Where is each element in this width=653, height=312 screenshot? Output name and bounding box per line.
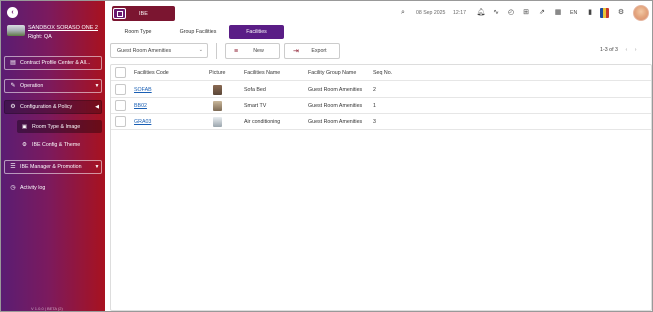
menu-label: Activity log [20, 185, 46, 191]
table-row[interactable]: BB02 Smart TV Guest Room Amenities 1 [111, 98, 651, 114]
column-header-code[interactable]: Facilities Code [134, 65, 169, 81]
column-header-group[interactable]: Facility Group Name [308, 65, 356, 81]
flag-icon[interactable] [600, 8, 609, 18]
facility-code-link[interactable]: GRA03 [134, 114, 151, 130]
chevron-right-icon[interactable]: › [635, 47, 637, 53]
clock-icon: ◷ [10, 185, 16, 191]
menu-operation[interactable]: ✎ Operation ▼ [4, 79, 102, 93]
facility-group-select[interactable]: Guest Room Amenities ⌄ [110, 43, 208, 58]
tab-room-type[interactable]: Room Type [112, 25, 164, 39]
column-header-seq[interactable]: Seq No. [373, 65, 392, 81]
facility-seq: 1 [373, 103, 376, 109]
table-row[interactable]: GRA03 Air conditioning Guest Room Amenit… [111, 114, 651, 130]
date-label: 08 Sep 2025 [416, 10, 446, 16]
menu-label: Configuration & Policy [20, 104, 73, 110]
sliders-icon: ⚙ [10, 104, 16, 110]
submenu-label: Room Type & Image [32, 123, 81, 130]
menu-label: Operation [20, 83, 44, 89]
ibe-app-button[interactable]: IBE [112, 6, 175, 21]
lock-icon[interactable]: ▮ [585, 7, 595, 18]
new-button[interactable]: ≡ New [225, 43, 280, 59]
facility-group: Guest Room Amenities [308, 103, 363, 109]
gauge-icon[interactable]: ◴ [506, 7, 516, 18]
add-list-icon: ≡ [234, 47, 239, 55]
toolbar-divider [216, 43, 217, 59]
chart-icon[interactable]: ⊞ [521, 7, 531, 18]
row-checkbox[interactable] [115, 84, 126, 95]
submenu-ibe-config-theme[interactable]: ⚙ IBE Config & Theme [17, 138, 102, 151]
facility-picture[interactable] [213, 98, 222, 114]
trend-icon[interactable]: ⇗ [537, 7, 547, 18]
hotel-right: Right: QA [28, 34, 52, 40]
select-all-checkbox[interactable] [115, 67, 126, 78]
chevron-left-icon: ◀ [95, 104, 99, 110]
facility-name: Air conditioning [244, 119, 281, 125]
ibe-label: IBE [139, 10, 148, 17]
pulse-icon[interactable]: ∿ [491, 7, 501, 18]
facility-seq: 3 [373, 119, 376, 125]
row-checkbox[interactable] [115, 100, 126, 111]
gear-icon: ⚙ [22, 141, 27, 148]
submenu-label: IBE Config & Theme [32, 141, 81, 148]
pager-range: 1-3 of 3 [600, 47, 618, 53]
gear-icon[interactable]: ⚙ [616, 7, 626, 18]
column-header-picture: Picture [209, 70, 226, 76]
version-label: V 1.0.0 | BETA (2) [31, 306, 63, 311]
language-selector[interactable]: EN [570, 10, 577, 16]
facility-name: Smart TV [244, 103, 267, 109]
tab-facilities[interactable]: Facilities [229, 25, 284, 39]
menu-label: IBE Manager & Promotion [20, 164, 82, 170]
menu-ibe-manager-promotion[interactable]: ☰ IBE Manager & Promotion ▼ [4, 160, 102, 174]
export-label: Export [311, 48, 327, 54]
chevron-down-icon: ▼ [94, 83, 100, 89]
chevron-down-icon: ▼ [94, 164, 100, 170]
row-checkbox[interactable] [115, 116, 126, 127]
bell-icon[interactable]: 🔔︎ [476, 7, 486, 18]
app-grid-icon [113, 8, 126, 19]
column-header-name[interactable]: Facilities Name [244, 65, 280, 81]
tab-group-facilities[interactable]: Group Facilities [172, 25, 224, 39]
sidebar: ‹ SANDBOX SORASO ONE 2 Right: QA ▤ Contr… [1, 1, 105, 311]
facility-picture[interactable] [213, 114, 222, 130]
avatar[interactable] [633, 5, 649, 21]
menu-activity-log[interactable]: ◷ Activity log [4, 181, 102, 195]
facility-group: Guest Room Amenities [308, 87, 363, 93]
new-label: New [253, 48, 264, 54]
hotel-thumbnail [7, 25, 25, 36]
image-icon: ▣ [21, 123, 28, 130]
megaphone-icon: ☰ [10, 164, 16, 170]
facility-group: Guest Room Amenities [308, 119, 363, 125]
export-icon: ⇥ [293, 48, 299, 55]
hotel-name[interactable]: SANDBOX SORASO ONE 2 [28, 25, 98, 31]
search-icon[interactable]: ⌕ [398, 7, 408, 18]
facilities-table: Facilities Code Picture Facilities Name … [110, 64, 652, 311]
table-header-row: Facilities Code Picture Facilities Name … [111, 65, 651, 81]
pencil-icon: ✎ [10, 83, 16, 89]
chevron-left-icon[interactable]: ‹ [625, 47, 627, 53]
facility-seq: 2 [373, 87, 376, 93]
facility-picture[interactable] [213, 82, 222, 98]
facility-name: Sofa Bed [244, 87, 266, 93]
back-arrow-icon[interactable]: ‹ [7, 7, 18, 18]
menu-configuration-policy[interactable]: ⚙ Configuration & Policy ◀ [4, 100, 102, 114]
export-button[interactable]: ⇥ Export [284, 43, 340, 59]
menu-label: Contract Profile Center & All... [20, 60, 91, 66]
facility-code-link[interactable]: BB02 [134, 98, 147, 114]
table-row[interactable]: SOFAB Sofa Bed Guest Room Amenities 2 [111, 82, 651, 98]
facility-code-link[interactable]: SOFAB [134, 82, 152, 98]
select-value: Guest Room Amenities [117, 47, 172, 54]
hotel-info: SANDBOX SORASO ONE 2 Right: QA [7, 24, 103, 46]
grid-icon[interactable]: ▦ [553, 7, 563, 18]
submenu-room-type-image[interactable]: ▣ Room Type & Image [17, 120, 102, 133]
pagination: 1-3 of 3 ‹ › [600, 47, 636, 53]
document-icon: ▤ [10, 60, 16, 66]
menu-contract-profile[interactable]: ▤ Contract Profile Center & All... [4, 56, 102, 70]
chevron-down-icon: ⌄ [198, 47, 203, 53]
time-label: 12:17 [453, 10, 466, 16]
